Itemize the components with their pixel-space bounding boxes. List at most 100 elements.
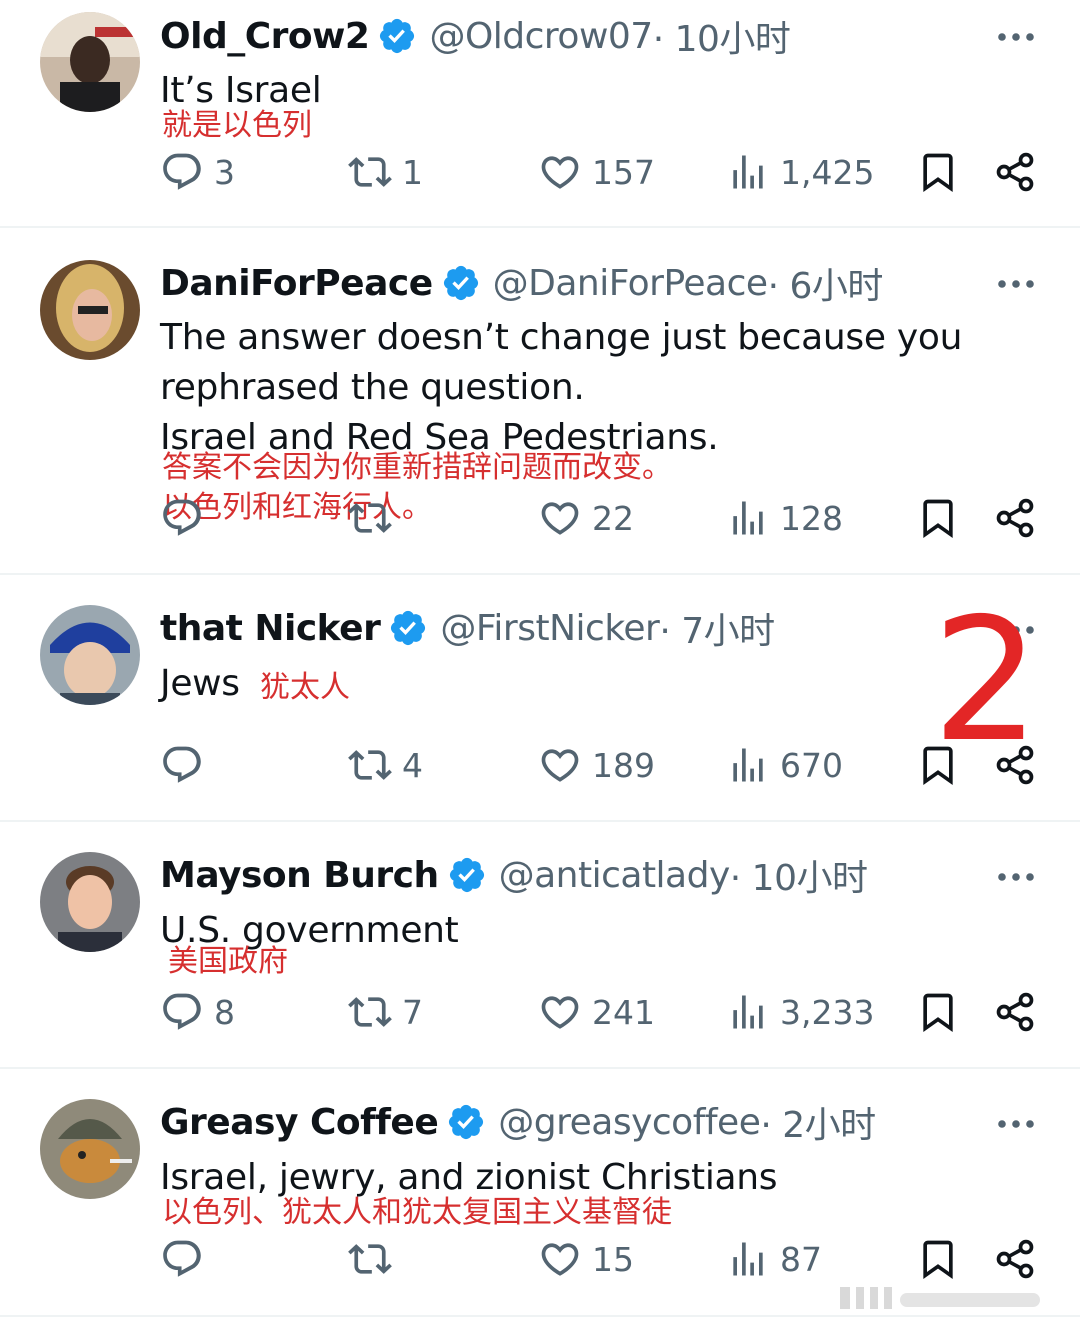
share-button[interactable]	[993, 1237, 1037, 1281]
bookmark-button[interactable]	[916, 150, 960, 194]
views-button[interactable]: 670	[726, 743, 843, 787]
more-icon[interactable]	[996, 27, 1036, 47]
timestamp[interactable]: · 10小时	[730, 849, 868, 901]
repost-count: 7	[402, 992, 423, 1032]
display-name[interactable]: Old_Crow2	[160, 16, 370, 57]
repost-button[interactable]: 7	[348, 990, 423, 1034]
like-count: 157	[592, 152, 655, 192]
repost-icon	[348, 1237, 392, 1281]
like-icon	[538, 1237, 582, 1281]
avatar[interactable]	[40, 1099, 140, 1199]
more-icon[interactable]	[996, 274, 1036, 294]
views-count: 670	[780, 745, 843, 785]
views-button[interactable]: 128	[726, 496, 843, 540]
translation-text: 就是以色列	[162, 108, 312, 143]
reply-icon	[160, 743, 204, 787]
repost-icon	[348, 743, 392, 787]
views-icon	[726, 1237, 770, 1281]
repost-button[interactable]: 1	[348, 150, 423, 194]
more-icon[interactable]	[996, 867, 1036, 887]
views-icon	[726, 743, 770, 787]
translation-text: 以色列、犹太人和犹太复国主义基督徒	[162, 1195, 672, 1230]
views-count: 1,425	[780, 152, 875, 192]
verified-badge-icon	[446, 1102, 486, 1142]
repost-count: 4	[402, 745, 423, 785]
avatar[interactable]	[40, 260, 140, 360]
share-icon	[993, 1237, 1037, 1281]
like-button[interactable]: 241	[538, 990, 655, 1034]
handle[interactable]: @FirstNicker	[440, 608, 660, 649]
views-button[interactable]: 3,233	[726, 990, 874, 1034]
display-name[interactable]: that Nicker	[160, 608, 381, 649]
avatar[interactable]	[40, 12, 140, 112]
like-count: 241	[592, 992, 655, 1032]
more-icon[interactable]	[996, 1114, 1036, 1134]
views-button[interactable]: 87	[726, 1237, 822, 1281]
tweet[interactable]: DaniForPeace @DaniForPeace · 6小时 The ans…	[0, 228, 1080, 575]
display-name[interactable]: DaniForPeace	[160, 263, 433, 304]
bookmark-button[interactable]	[916, 1237, 960, 1281]
repost-button[interactable]: 4	[348, 743, 423, 787]
share-button[interactable]	[993, 496, 1037, 540]
share-button[interactable]	[993, 150, 1037, 194]
bookmark-icon	[916, 150, 960, 194]
timestamp[interactable]: · 10小时	[653, 10, 791, 62]
repost-button[interactable]	[348, 496, 402, 540]
tweet[interactable]: that Nicker @FirstNicker · 7小时 Jews 犹太人 …	[0, 575, 1080, 822]
like-button[interactable]: 22	[538, 496, 634, 540]
display-name[interactable]: Greasy Coffee	[160, 1102, 439, 1143]
like-icon	[538, 496, 582, 540]
like-button[interactable]: 157	[538, 150, 655, 194]
verified-badge-icon	[447, 855, 487, 895]
reply-button[interactable]: 3	[160, 150, 235, 194]
timestamp[interactable]: · 2小时	[760, 1096, 876, 1148]
handle[interactable]: @DaniForPeace	[493, 263, 768, 304]
avatar[interactable]	[40, 852, 140, 952]
like-button[interactable]: 15	[538, 1237, 634, 1281]
display-name[interactable]: Mayson Burch	[160, 855, 439, 896]
reply-icon	[160, 496, 204, 540]
reply-count: 8	[214, 992, 235, 1032]
tweet[interactable]: Old_Crow2 @Oldcrow07 · 10小时 It’s Israel …	[0, 0, 1080, 228]
views-count: 87	[780, 1239, 822, 1279]
reply-button[interactable]: 8	[160, 990, 235, 1034]
tweet[interactable]: Mayson Burch @anticatlady · 10小时 U.S. go…	[0, 822, 1080, 1069]
like-count: 22	[592, 498, 634, 538]
like-icon	[538, 990, 582, 1034]
share-button[interactable]	[993, 990, 1037, 1034]
like-count: 189	[592, 745, 655, 785]
avatar[interactable]	[40, 605, 140, 705]
share-icon	[993, 990, 1037, 1034]
repost-button[interactable]	[348, 1237, 402, 1281]
bookmark-icon	[916, 496, 960, 540]
views-count: 128	[780, 498, 843, 538]
verified-badge-icon	[388, 608, 428, 648]
like-icon	[538, 150, 582, 194]
bookmark-button[interactable]	[916, 496, 960, 540]
timestamp[interactable]: · 6小时	[768, 257, 884, 309]
verified-badge-icon	[377, 16, 417, 56]
timestamp[interactable]: · 7小时	[659, 602, 775, 654]
repost-count: 1	[402, 152, 423, 192]
bookmark-button[interactable]	[916, 990, 960, 1034]
verified-badge-icon	[441, 263, 481, 303]
reply-button[interactable]	[160, 1237, 214, 1281]
like-icon	[538, 743, 582, 787]
watermark-logo	[840, 1287, 1040, 1309]
tweet[interactable]: Greasy Coffee @greasycoffee · 2小时 Israel…	[0, 1069, 1080, 1317]
reply-icon	[160, 1237, 204, 1281]
reply-count: 3	[214, 152, 235, 192]
page-number-annotation: 2	[932, 582, 1041, 780]
views-button[interactable]: 1,425	[726, 150, 874, 194]
reply-button[interactable]	[160, 743, 214, 787]
handle[interactable]: @Oldcrow07	[429, 16, 653, 57]
handle[interactable]: @greasycoffee	[498, 1102, 761, 1143]
views-icon	[726, 990, 770, 1034]
repost-icon	[348, 990, 392, 1034]
like-button[interactable]: 189	[538, 743, 655, 787]
share-icon	[993, 496, 1037, 540]
reply-button[interactable]	[160, 496, 214, 540]
bookmark-icon	[916, 1237, 960, 1281]
bookmark-icon	[916, 990, 960, 1034]
handle[interactable]: @anticatlady	[499, 855, 731, 896]
